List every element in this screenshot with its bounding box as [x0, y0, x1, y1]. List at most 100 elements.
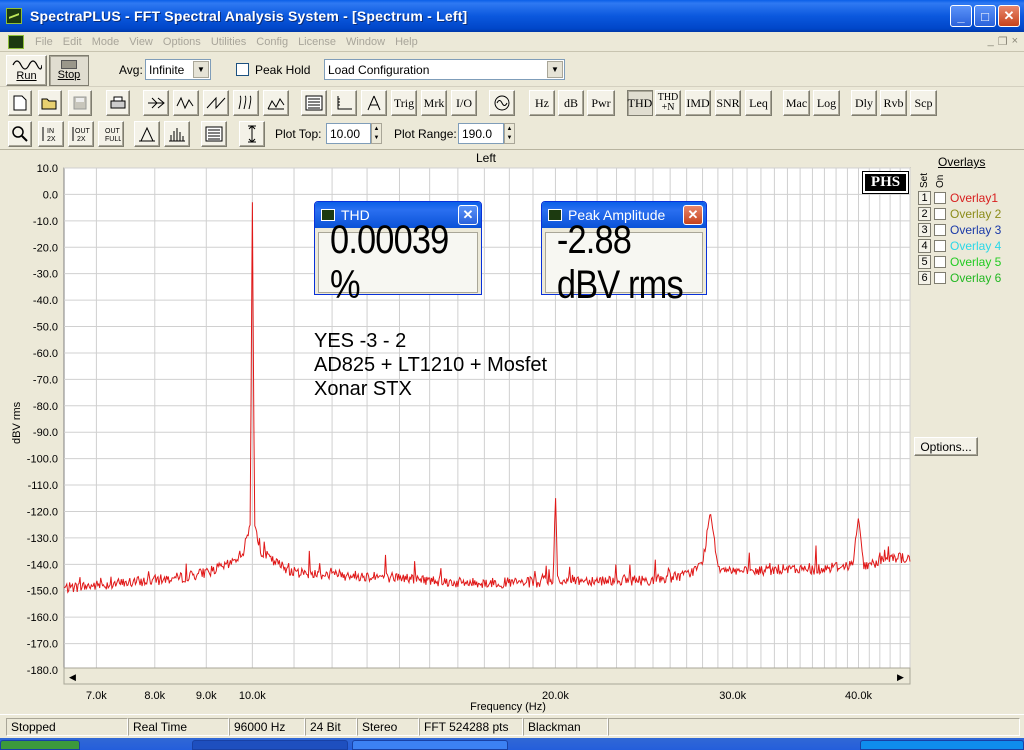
- overlay-on-checkbox[interactable]: [934, 192, 946, 204]
- overlay-on-checkbox[interactable]: [934, 272, 946, 284]
- rvb-button[interactable]: Rvb: [880, 90, 907, 116]
- vertical-scale-button[interactable]: [239, 121, 265, 147]
- overlay-set-button[interactable]: 2: [918, 207, 931, 221]
- overlay-options-button[interactable]: Options...: [914, 437, 978, 456]
- overlay-row[interactable]: 1 Overlay1: [918, 190, 998, 206]
- new-file-button[interactable]: [8, 90, 32, 116]
- generator-button[interactable]: [173, 90, 199, 116]
- scp-button[interactable]: Scp: [910, 90, 937, 116]
- axis-button[interactable]: [331, 90, 357, 116]
- dly-button[interactable]: Dly: [851, 90, 877, 116]
- plot-top-input[interactable]: 10.00: [326, 123, 371, 144]
- overlay-set-button[interactable]: 1: [918, 191, 931, 205]
- compass-button[interactable]: [361, 90, 387, 116]
- start-button[interactable]: [0, 740, 80, 750]
- log-button[interactable]: Log: [813, 90, 840, 116]
- maximize-button[interactable]: □: [974, 5, 996, 27]
- zoom-out-full-icon: OUTFULL: [105, 128, 121, 143]
- menu-config[interactable]: Config: [251, 36, 293, 48]
- mrk-button[interactable]: Mrk: [421, 90, 447, 116]
- spectrum-plot[interactable]: ◀ ▶ 10.0 0.0 -10.0 -20.0 -30.0 -40.0 -50.0 -60.0…: [0, 151, 1024, 713]
- run-button[interactable]: Run: [6, 55, 47, 86]
- overlay-on-checkbox[interactable]: [934, 208, 946, 220]
- peak-hold-checkbox[interactable]: [236, 63, 249, 76]
- thd-meter-window[interactable]: THD ✕ 0.00039 %: [314, 201, 482, 307]
- x-axis-label: Frequency (Hz): [470, 701, 546, 713]
- menu-view[interactable]: View: [124, 36, 158, 48]
- avg-select[interactable]: Infinite ▼: [145, 59, 211, 80]
- peak-amplitude-window[interactable]: Peak Amplitude ✕ -2.88 dBV rms: [541, 201, 707, 307]
- plot-range-spinner[interactable]: ▲ ▼: [504, 123, 515, 144]
- open-button[interactable]: [38, 90, 62, 116]
- minimize-button[interactable]: _: [950, 5, 972, 27]
- table-button[interactable]: [201, 121, 227, 147]
- menu-edit[interactable]: Edit: [58, 36, 87, 48]
- mdi-restore-button[interactable]: ❐: [998, 35, 1008, 48]
- stop-button[interactable]: Stop: [49, 55, 89, 86]
- snr-button[interactable]: SNR: [715, 90, 741, 116]
- status-channels: Stereo: [357, 718, 419, 736]
- overlay-on-checkbox[interactable]: [934, 256, 946, 268]
- app-icon[interactable]: [6, 8, 22, 24]
- thdn-button[interactable]: THD +N: [655, 90, 681, 116]
- leq-button[interactable]: Leq: [745, 90, 772, 116]
- chevron-down-icon[interactable]: ▼: [193, 61, 209, 78]
- mdi-minimize-button[interactable]: _: [988, 35, 994, 48]
- display-button[interactable]: [301, 90, 327, 116]
- chevron-down-icon[interactable]: ▼: [547, 61, 563, 78]
- plot-top-spinner[interactable]: ▲ ▼: [371, 123, 382, 144]
- overlay-row[interactable]: 2 Overlay 2: [918, 206, 1001, 222]
- line-plot-button[interactable]: [134, 121, 160, 147]
- save-button[interactable]: [68, 90, 92, 116]
- zoom-button[interactable]: [8, 121, 32, 147]
- zoom-out-x2-button[interactable]: OUT 2X: [68, 121, 94, 147]
- overlay-row[interactable]: 6 Overlay 6: [918, 270, 1001, 286]
- overlay-row[interactable]: 5 Overlay 5: [918, 254, 1001, 270]
- overlay-set-button[interactable]: 4: [918, 239, 931, 253]
- overlay-on-checkbox[interactable]: [934, 224, 946, 236]
- horizontal-scrollbar[interactable]: [63, 667, 911, 685]
- menu-options[interactable]: Options: [158, 36, 206, 48]
- pwr-button[interactable]: Pwr: [587, 90, 615, 116]
- configuration-select[interactable]: Load Configuration ▼: [324, 59, 565, 80]
- overlay-on-checkbox[interactable]: [934, 240, 946, 252]
- overlay-set-button[interactable]: 5: [918, 255, 931, 269]
- signal-flow-button[interactable]: [143, 90, 169, 116]
- 3d-surface-button[interactable]: [263, 90, 289, 116]
- overlay-row[interactable]: 4 Overlay 4: [918, 238, 1001, 254]
- oscillator-button[interactable]: [489, 90, 515, 116]
- imd-button[interactable]: IMD: [685, 90, 711, 116]
- print-button[interactable]: [106, 90, 130, 116]
- trig-button[interactable]: Trig: [391, 90, 417, 116]
- scroll-right-arrow[interactable]: ▶: [897, 672, 904, 682]
- zoom-out-full-button[interactable]: OUT FULL: [98, 121, 124, 147]
- spectrogram-button[interactable]: [233, 90, 259, 116]
- taskbar-item-spectraplus[interactable]: [192, 740, 348, 750]
- menu-window[interactable]: Window: [341, 36, 390, 48]
- taskbar-item[interactable]: [352, 740, 508, 750]
- scroll-left-arrow[interactable]: ◀: [69, 672, 76, 682]
- overlay-set-button[interactable]: 6: [918, 271, 931, 285]
- menu-license[interactable]: License: [293, 36, 341, 48]
- overlay-set-button[interactable]: 3: [918, 223, 931, 237]
- mac-button[interactable]: Mac: [783, 90, 810, 116]
- sawtooth-button[interactable]: [203, 90, 229, 116]
- document-icon[interactable]: [8, 34, 24, 49]
- menu-utilities[interactable]: Utilities: [206, 36, 251, 48]
- mdi-close-button[interactable]: ×: [1012, 35, 1018, 48]
- io-button[interactable]: I/O: [451, 90, 477, 116]
- overlay-row[interactable]: 3 Overlay 3: [918, 222, 1001, 238]
- status-window: Blackman: [523, 718, 608, 736]
- menu-help[interactable]: Help: [390, 36, 423, 48]
- y-tick-label: -180.0: [27, 665, 58, 677]
- line-plot-icon: [139, 126, 155, 142]
- hz-button[interactable]: Hz: [529, 90, 555, 116]
- zoom-in-x2-button[interactable]: IN 2X: [38, 121, 64, 147]
- plot-range-input[interactable]: 190.0: [458, 123, 504, 144]
- menu-mode[interactable]: Mode: [87, 36, 125, 48]
- close-button[interactable]: ✕: [998, 5, 1020, 27]
- thd-button[interactable]: THD: [627, 90, 653, 116]
- menu-file[interactable]: File: [30, 36, 58, 48]
- db-button[interactable]: dB: [558, 90, 584, 116]
- bar-plot-button[interactable]: [164, 121, 190, 147]
